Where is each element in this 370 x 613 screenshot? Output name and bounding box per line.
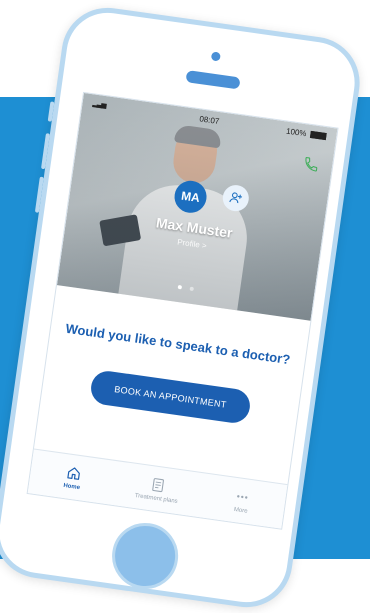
earpiece-speaker <box>185 70 241 90</box>
call-button[interactable] <box>297 150 326 179</box>
home-button[interactable] <box>107 518 183 594</box>
tab-treatment-plans[interactable]: Treatment plans <box>112 461 203 516</box>
tab-more-label: More <box>233 506 248 515</box>
consult-question: Would you like to speak to a doctor? <box>64 320 292 368</box>
tab-home-label: Home <box>63 482 81 491</box>
home-icon <box>65 464 83 482</box>
doctor-hero-card[interactable]: ▂▃▅ 08:07 100% MA Max Muster Profile > <box>56 92 338 321</box>
phone-screen: ▂▃▅ 08:07 100% MA Max Muster Profile > W… <box>26 91 339 530</box>
add-person-icon <box>229 192 243 204</box>
carousel-dot-1[interactable] <box>177 284 182 290</box>
front-camera <box>210 51 221 62</box>
carousel-dot-2[interactable] <box>189 286 195 292</box>
tab-home[interactable]: Home <box>28 449 119 504</box>
more-icon <box>234 487 252 505</box>
book-appointment-button[interactable]: BOOK AN APPOINTMENT <box>88 368 253 425</box>
tab-bar: Home Treatment plans More <box>27 448 288 529</box>
document-icon <box>149 476 167 494</box>
phone-icon <box>305 157 318 172</box>
tab-more[interactable]: More <box>197 473 288 528</box>
battery-percent: 100% <box>285 126 308 139</box>
tab-treatment-plans-label: Treatment plans <box>134 492 178 505</box>
